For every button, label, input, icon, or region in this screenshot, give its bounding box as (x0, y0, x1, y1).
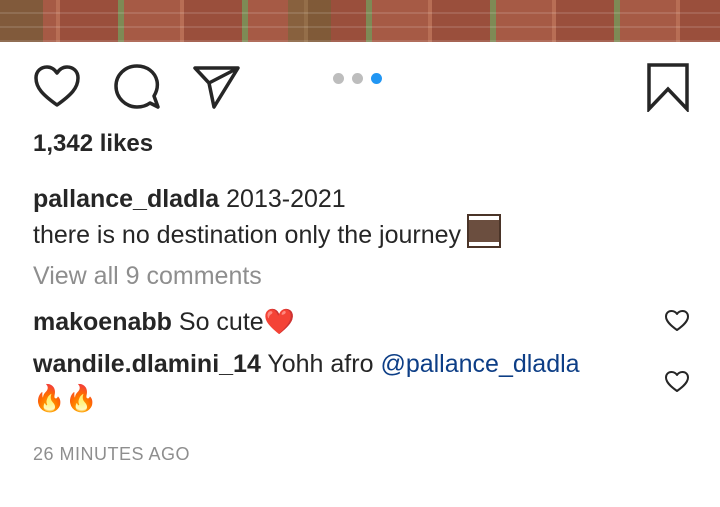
fire-emoji: 🔥🔥 (33, 383, 98, 413)
comment-row: makoenabb So cute❤️ (33, 305, 295, 339)
view-all-comments-link[interactable]: View all 9 comments (33, 262, 262, 291)
carousel-indicator (333, 73, 382, 85)
heart-icon[interactable] (33, 64, 81, 110)
comment-row: wandile.dlamini_14 Yohh afro @pallance_d… (33, 347, 580, 416)
comment-text: Yohh afro (267, 350, 374, 378)
comment-like-heart-icon[interactable] (664, 309, 690, 333)
film-frames-emoji (467, 214, 502, 248)
comment-mention-link[interactable]: @pallance_dladla (380, 350, 579, 378)
carousel-dot (352, 73, 363, 84)
comment-text: So cute (178, 308, 264, 336)
caption-text-line2: there is no destination only the journey (33, 221, 462, 249)
comment-username[interactable]: wandile.dlamini_14 (33, 350, 261, 378)
post-photo-bottom-strip[interactable] (0, 0, 720, 42)
red-heart-emoji: ❤️ (263, 308, 295, 336)
carousel-dot-active (371, 73, 382, 84)
caption-username[interactable]: pallance_dladla (33, 185, 219, 213)
post-timestamp: 26 MINUTES AGO (33, 444, 191, 464)
caption-text-line1: 2013-2021 (226, 185, 346, 213)
caption: pallance_dladla 2013-2021 there is no de… (33, 182, 502, 252)
comment-username[interactable]: makoenabb (33, 308, 172, 336)
bookmark-icon[interactable] (646, 62, 690, 112)
comment-bubble-icon[interactable] (113, 63, 161, 111)
comment-like-heart-icon[interactable] (664, 370, 690, 394)
paper-plane-icon[interactable] (192, 64, 242, 110)
like-count[interactable]: 1,342 likes (33, 130, 153, 158)
carousel-dot (333, 73, 344, 84)
